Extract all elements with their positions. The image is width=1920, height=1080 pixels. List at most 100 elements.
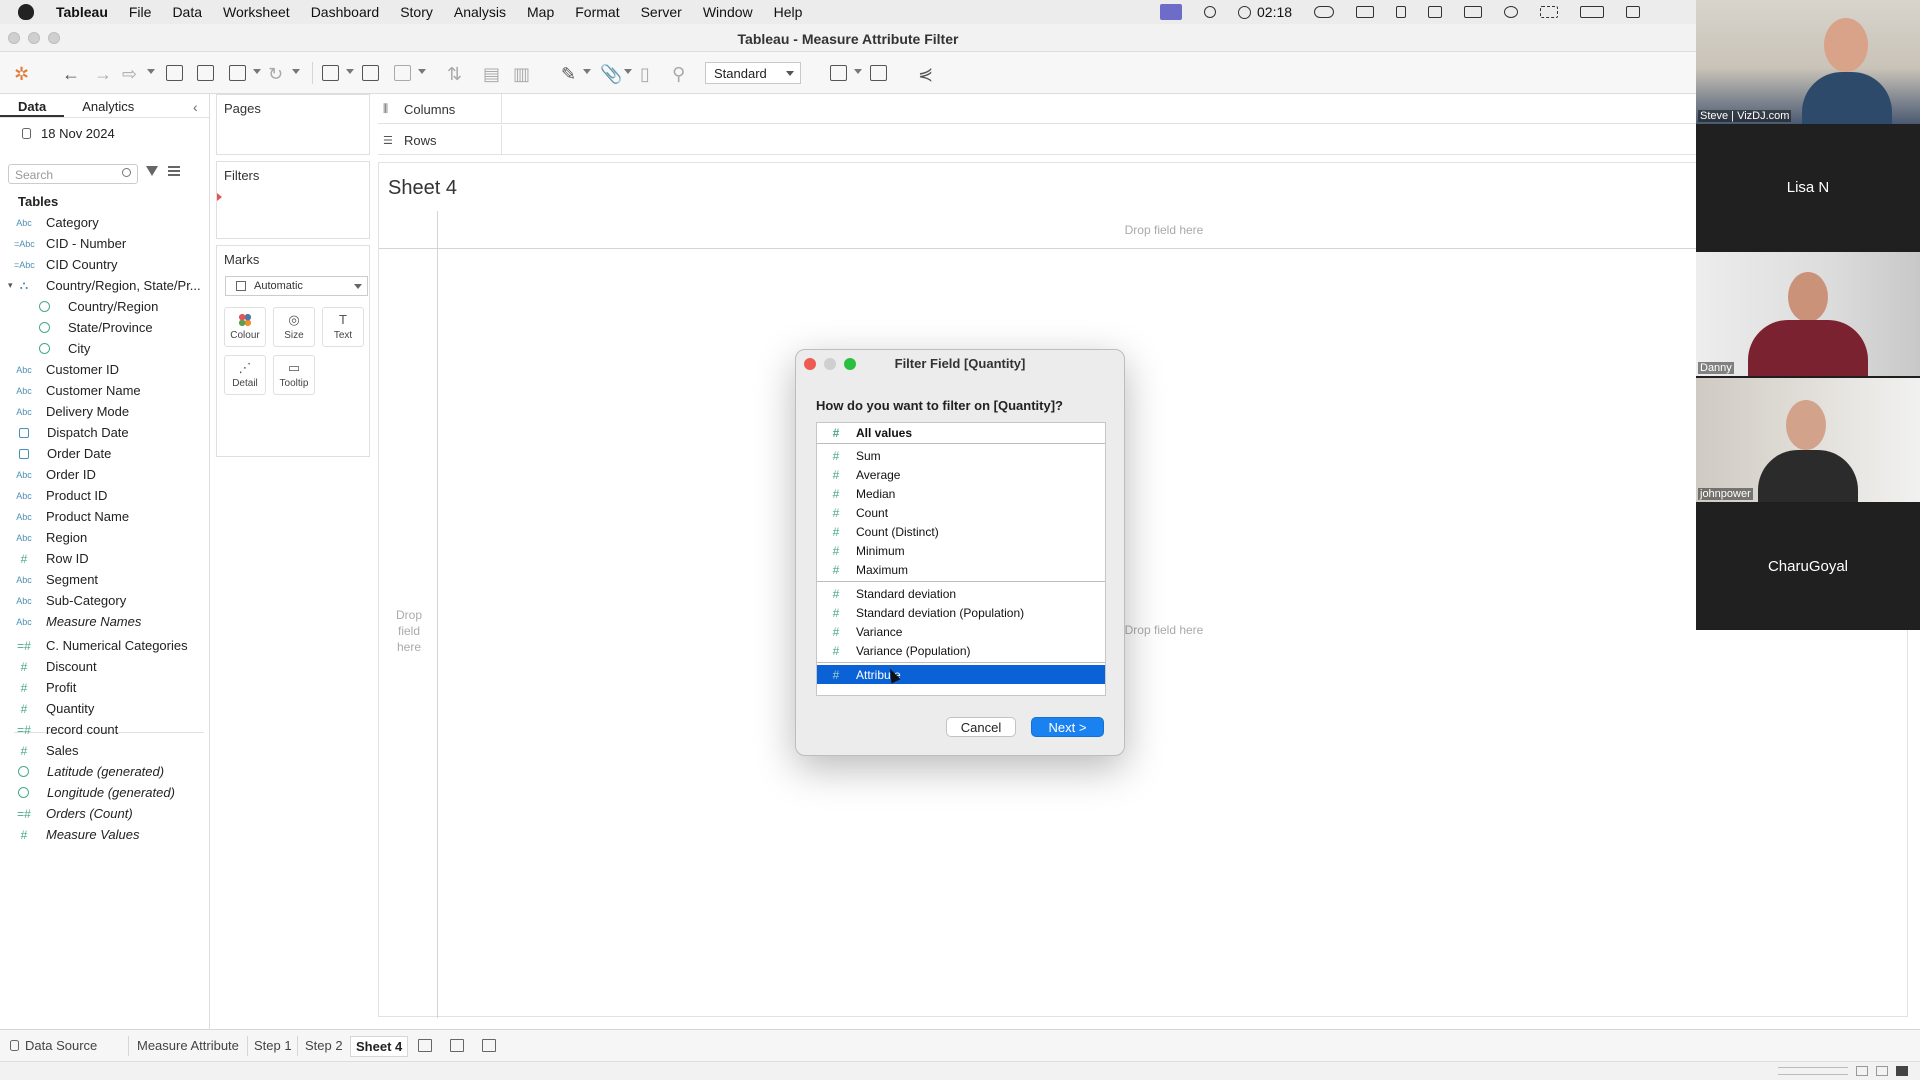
- aggregation-list[interactable]: # All values # Sum # Average # Median # Count…: [816, 422, 1106, 696]
- tooltip-button[interactable]: ▭ Tooltip: [273, 355, 315, 395]
- sheet-navigation-icon[interactable]: [1778, 1067, 1848, 1075]
- cancel-button[interactable]: Cancel: [946, 717, 1016, 737]
- highlight-menu-icon[interactable]: [583, 69, 591, 74]
- option-variance[interactable]: # Variance: [817, 622, 1105, 641]
- save-icon[interactable]: [166, 65, 183, 81]
- field-product-id[interactable]: Abc Product ID: [14, 485, 107, 506]
- undo-icon[interactable]: ←: [62, 65, 80, 83]
- field-category[interactable]: Abc Category: [14, 212, 99, 233]
- pause-menu-icon[interactable]: [253, 69, 261, 74]
- field-record-count[interactable]: =# record count: [14, 719, 118, 740]
- sheet-sorter-icon[interactable]: [1856, 1066, 1868, 1076]
- data-source-tab[interactable]: Data Source: [10, 1038, 97, 1053]
- pause-updates-icon[interactable]: [229, 65, 246, 81]
- field-customer-id[interactable]: Abc Customer ID: [14, 359, 119, 380]
- field-product-name[interactable]: Abc Product Name: [14, 506, 129, 527]
- field-sub-category[interactable]: Abc Sub-Category: [14, 590, 126, 611]
- tableau-logo-icon[interactable]: ✲: [14, 65, 29, 83]
- filter-fields-icon[interactable]: [146, 166, 158, 176]
- sheet-title[interactable]: Sheet 4: [388, 177, 457, 200]
- field-cid-country[interactable]: =Abc CID Country: [14, 254, 118, 275]
- fix-axes-icon[interactable]: ⚲: [672, 65, 685, 83]
- new-worksheet-icon[interactable]: [418, 1039, 432, 1052]
- replay-menu-icon[interactable]: [147, 69, 155, 74]
- menu-analysis[interactable]: Analysis: [454, 4, 506, 20]
- option-count[interactable]: # Count: [817, 503, 1105, 522]
- next-button[interactable]: Next >: [1031, 717, 1104, 737]
- field-sales[interactable]: # Sales: [14, 740, 79, 761]
- menu-dashboard[interactable]: Dashboard: [311, 4, 380, 20]
- group-menu-icon[interactable]: [624, 69, 632, 74]
- field-country-region[interactable]: Country/Region: [35, 296, 158, 317]
- field-c-numerical-categories[interactable]: =# C. Numerical Categories: [14, 635, 187, 656]
- field-dispatch-date[interactable]: Dispatch Date: [14, 422, 129, 443]
- filmstrip-icon[interactable]: [1876, 1066, 1888, 1076]
- menu-app-tableau[interactable]: Tableau: [56, 4, 108, 20]
- notion-icon[interactable]: [1428, 6, 1443, 18]
- redo-icon[interactable]: →: [94, 65, 112, 83]
- status-icon[interactable]: [1204, 6, 1216, 18]
- apple-menu-icon[interactable]: [18, 4, 34, 20]
- pages-card[interactable]: Pages: [216, 94, 370, 155]
- mark-type-dropdown[interactable]: Automatic: [225, 276, 368, 296]
- field-longitude-generated[interactable]: Longitude (generated): [14, 782, 175, 803]
- new-worksheet-menu-icon[interactable]: [346, 69, 354, 74]
- refresh-menu-icon[interactable]: [292, 69, 300, 74]
- labels-icon[interactable]: ▯: [640, 65, 650, 83]
- menu-format[interactable]: Format: [575, 4, 619, 20]
- display-icon[interactable]: [1356, 6, 1375, 18]
- field-order-date[interactable]: Order Date: [14, 443, 111, 464]
- field-search-input[interactable]: Search: [8, 164, 138, 184]
- menu-server[interactable]: Server: [641, 4, 682, 20]
- datasource-item[interactable]: 18 Nov 2024: [22, 126, 115, 141]
- assistant-icon[interactable]: [1504, 6, 1519, 18]
- group-icon[interactable]: 📎: [600, 65, 622, 83]
- participant-tile[interactable]: Steve | VizDJ.com: [1696, 0, 1920, 124]
- drop-zone-rows[interactable]: Drop field here: [387, 607, 431, 655]
- menu-map[interactable]: Map: [527, 4, 554, 20]
- size-button[interactable]: ◎ Size: [273, 307, 315, 347]
- columns-shelf[interactable]: ⫼ Columns: [378, 94, 1696, 124]
- field-profit[interactable]: # Profit: [14, 677, 77, 698]
- drop-zone-columns[interactable]: Drop field here: [1019, 223, 1309, 237]
- menu-worksheet[interactable]: Worksheet: [223, 4, 290, 20]
- field-discount[interactable]: # Discount: [14, 656, 97, 677]
- presentation-mode-icon[interactable]: [870, 65, 887, 81]
- participant-tile[interactable]: Lisa N: [1696, 125, 1920, 249]
- participant-tile[interactable]: CharuGoyal: [1696, 504, 1920, 628]
- field-order-id[interactable]: Abc Order ID: [14, 464, 96, 485]
- menu-window[interactable]: Window: [703, 4, 753, 20]
- field-latitude-generated[interactable]: Latitude (generated): [14, 761, 164, 782]
- replay-icon[interactable]: ⇨: [122, 65, 137, 83]
- field-state-province[interactable]: State/Province: [35, 317, 153, 338]
- option-sum[interactable]: # Sum: [817, 446, 1105, 465]
- filters-card[interactable]: Filters: [216, 161, 370, 239]
- field-region[interactable]: Abc Region: [14, 527, 87, 548]
- option-median[interactable]: # Median: [817, 484, 1105, 503]
- field-measure-values[interactable]: # Measure Values: [14, 824, 140, 845]
- clear-menu-icon[interactable]: [418, 69, 426, 74]
- sort-descending-icon[interactable]: ▥: [513, 65, 530, 83]
- option-standard-deviation-population[interactable]: # Standard deviation (Population): [817, 603, 1105, 622]
- share-icon[interactable]: ⋞: [918, 65, 933, 83]
- cloud-icon[interactable]: [1314, 6, 1335, 18]
- option-maximum[interactable]: # Maximum: [817, 560, 1105, 579]
- option-minimum[interactable]: # Minimum: [817, 541, 1105, 560]
- highlight-icon[interactable]: ✎: [561, 65, 576, 83]
- field-measure-names[interactable]: Abc Measure Names: [14, 611, 141, 632]
- option-variance-population[interactable]: # Variance (Population): [817, 641, 1105, 660]
- option-all-values[interactable]: # All values: [817, 423, 1105, 442]
- placeholder-icon[interactable]: [1540, 6, 1559, 18]
- view-list-icon[interactable]: [168, 166, 180, 176]
- new-data-source-icon[interactable]: [197, 65, 214, 81]
- tab-analytics[interactable]: Analytics: [64, 94, 152, 117]
- menu-help[interactable]: Help: [774, 4, 803, 20]
- tab-data[interactable]: Data: [0, 94, 65, 117]
- option-attribute[interactable]: # Attribute: [817, 665, 1105, 684]
- new-worksheet-icon[interactable]: [322, 65, 339, 81]
- tab-step-2[interactable]: Step 2: [305, 1038, 343, 1053]
- show-cards-icon[interactable]: [830, 65, 847, 81]
- field-row-id[interactable]: # Row ID: [14, 548, 89, 569]
- screen-share-icon[interactable]: [1160, 4, 1182, 20]
- menu-story[interactable]: Story: [400, 4, 433, 20]
